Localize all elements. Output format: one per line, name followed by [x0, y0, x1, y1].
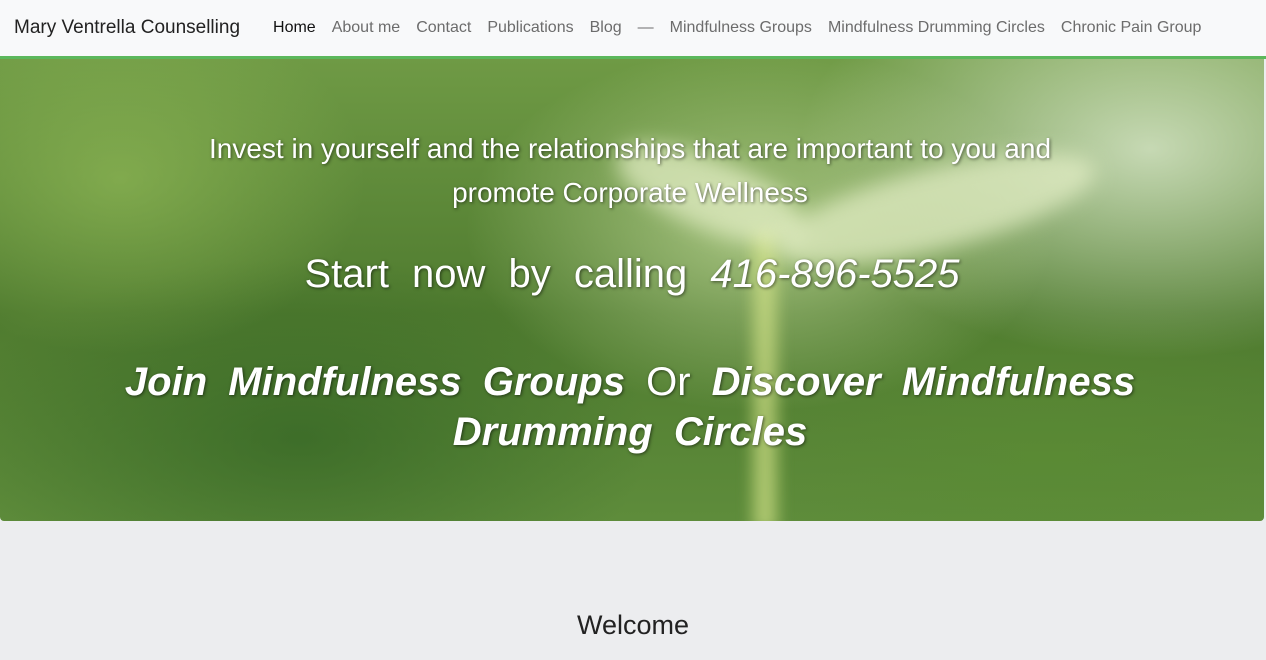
call-prefix-text: Start now by calling: [304, 252, 688, 296]
nav-menu: Home About me Contact Publications Blog …: [265, 19, 1209, 37]
nav-item-publications[interactable]: Publications: [479, 19, 581, 37]
nav-item-contact[interactable]: Contact: [408, 19, 479, 37]
hero-banner: Invest in yourself and the relationships…: [0, 59, 1264, 521]
top-navbar: Mary Ventrella Counselling Home About me…: [0, 0, 1266, 59]
hero-groups-line: Join Mindfulness Groups Or Discover Mind…: [100, 357, 1160, 457]
join-mindfulness-groups-link[interactable]: Join Mindfulness Groups: [125, 360, 625, 404]
or-text: Or: [646, 360, 691, 404]
phone-number-link[interactable]: 416-896-5525: [710, 252, 959, 296]
nav-item-chronic-pain-group[interactable]: Chronic Pain Group: [1053, 19, 1210, 37]
hero-tagline: Invest in yourself and the relationships…: [208, 133, 1052, 208]
nav-item-blog[interactable]: Blog: [582, 19, 630, 37]
nav-item-mindfulness-groups[interactable]: Mindfulness Groups: [662, 19, 820, 37]
site-brand-link[interactable]: Mary Ventrella Counselling: [14, 17, 240, 39]
nav-item-mindfulness-drumming-circles[interactable]: Mindfulness Drumming Circles: [820, 19, 1053, 37]
nav-item-home[interactable]: Home: [265, 19, 324, 37]
hero-call-line: Start now by calling 416-896-5525: [0, 252, 1264, 297]
nav-item-about-me[interactable]: About me: [324, 19, 408, 37]
nav-separator: —: [637, 19, 654, 36]
welcome-heading: Welcome: [576, 610, 690, 640]
